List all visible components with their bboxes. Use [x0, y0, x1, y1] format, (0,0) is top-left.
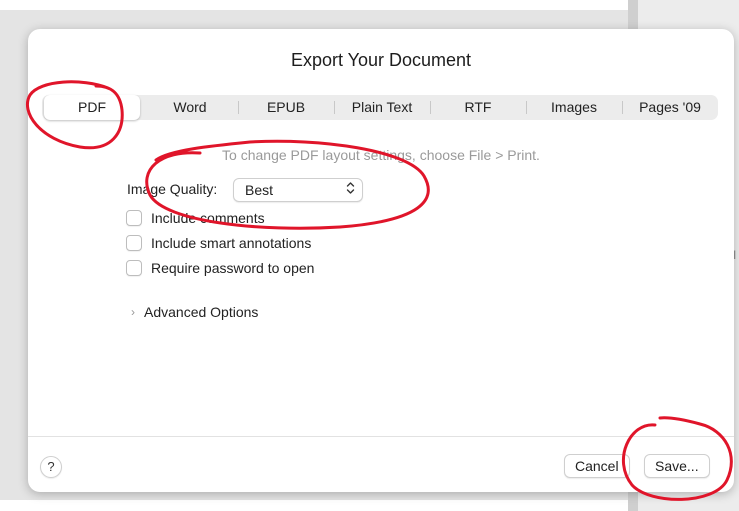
include-comments-row[interactable]: Include comments [126, 209, 265, 227]
layout-hint: To change PDF layout settings, choose Fi… [222, 147, 540, 163]
include-smart-annotations-row[interactable]: Include smart annotations [126, 234, 311, 252]
dialog-title: Export Your Document [290, 50, 472, 70]
cancel-button[interactable]: Cancel [564, 454, 630, 478]
require-password-row[interactable]: Require password to open [126, 259, 314, 277]
tab-rtf[interactable]: RTF [430, 95, 526, 120]
advanced-options-label: Advanced Options [144, 304, 259, 320]
up-down-chevron-icon [346, 181, 355, 196]
chevron-right-icon: › [131, 305, 135, 319]
format-tabs: PDF Word EPUB Plain Text RTF Images Page… [42, 95, 718, 120]
tab-plain-text[interactable]: Plain Text [334, 95, 430, 120]
help-button[interactable]: ? [40, 456, 62, 478]
include-smart-annotations-label: Include smart annotations [151, 235, 312, 251]
export-dialog: Export Your Document PDF Word EPUB Plain… [28, 29, 734, 492]
tab-epub[interactable]: EPUB [238, 95, 334, 120]
save-button[interactable]: Save... [644, 454, 710, 478]
include-comments-label: Include comments [151, 210, 265, 226]
image-quality-label: Image Quality: [127, 181, 218, 197]
tab-images[interactable]: Images [526, 95, 622, 120]
tab-pages-09[interactable]: Pages '09 [622, 95, 718, 120]
tab-word[interactable]: Word [142, 95, 238, 120]
advanced-options-disclosure[interactable]: › Advanced Options [131, 304, 258, 320]
include-comments-checkbox[interactable] [126, 210, 142, 226]
tab-pdf[interactable]: PDF [44, 95, 140, 120]
image-quality-select[interactable]: Best [233, 178, 363, 202]
footer-divider [28, 436, 734, 437]
include-smart-annotations-checkbox[interactable] [126, 235, 142, 251]
image-quality-value: Best [245, 182, 274, 198]
require-password-label: Require password to open [151, 260, 315, 276]
require-password-checkbox[interactable] [126, 260, 142, 276]
